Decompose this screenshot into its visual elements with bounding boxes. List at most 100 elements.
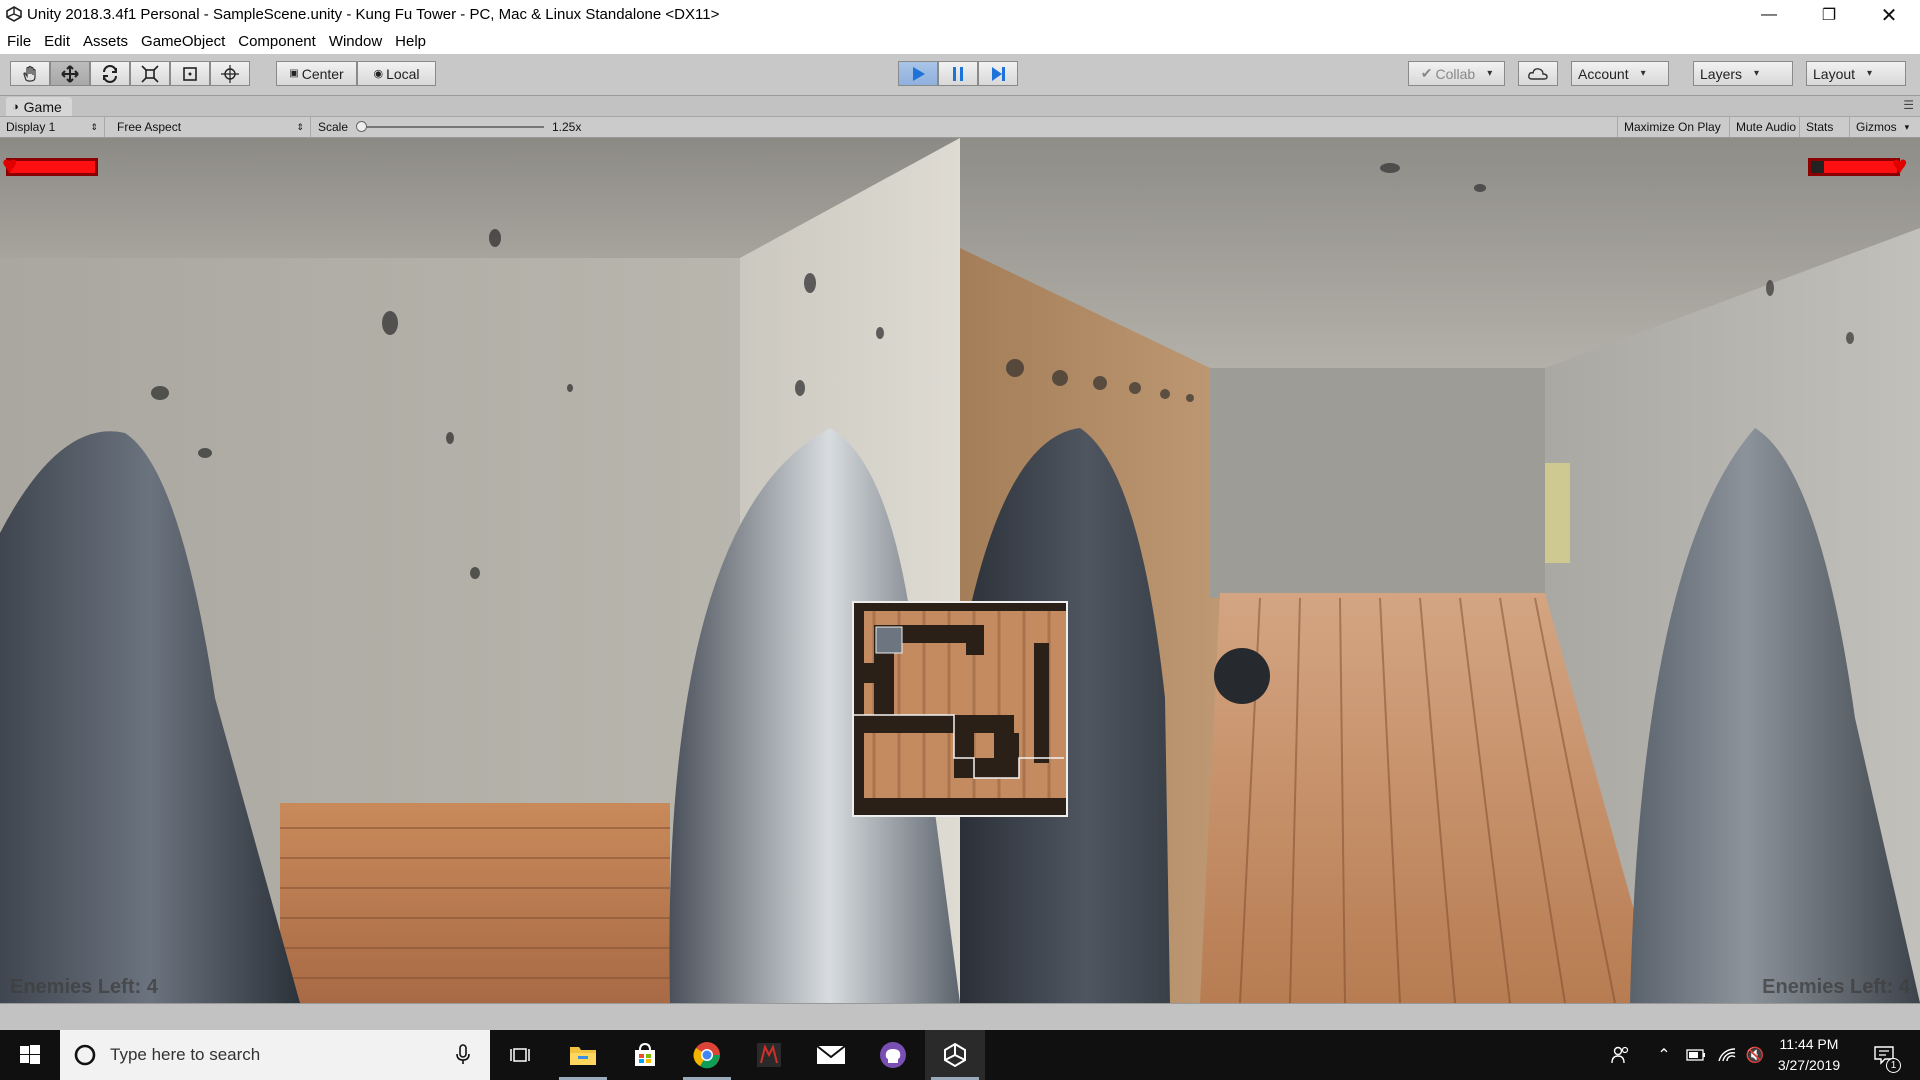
pivot-center-button[interactable]: ▣ Center [276, 61, 357, 86]
mail-button[interactable] [801, 1030, 861, 1080]
player-two-viewport: ♥ Enemies Left: 4 [960, 138, 1920, 1003]
tab-game[interactable]: ◑ Game [6, 97, 72, 116]
minimize-icon[interactable]: — [1746, 0, 1792, 30]
unity-button[interactable] [925, 1030, 985, 1080]
volume-muted-icon[interactable]: 🔇 [1742, 1030, 1768, 1080]
scale-tool-icon [141, 64, 159, 83]
account-label: Account [1578, 65, 1629, 82]
mail-icon [816, 1045, 846, 1064]
title-bar: Unity 2018.3.4f1 Personal - SampleScene.… [0, 0, 1920, 30]
pause-button[interactable] [938, 61, 978, 86]
chrome-icon [693, 1042, 720, 1069]
move-tool-icon [61, 64, 79, 83]
action-center-button[interactable]: 1 [1864, 1030, 1904, 1080]
scale-slider-handle[interactable] [356, 121, 367, 132]
tray-overflow-icon[interactable]: ⌃ [1648, 1030, 1680, 1080]
transform-tool-icon [221, 64, 239, 83]
pivot-icon: ▣ [289, 68, 299, 79]
play-icon [913, 66, 925, 81]
menu-edit[interactable]: Edit [44, 30, 70, 50]
hand-tool-button[interactable] [10, 61, 50, 86]
battery-icon[interactable] [1680, 1030, 1712, 1080]
aspect-dropdown[interactable]: Free Aspect ⇕ [111, 117, 311, 137]
rect-tool-icon [183, 66, 197, 81]
task-view-icon [510, 1048, 530, 1062]
display-arrow-icon: ⇕ [90, 121, 98, 132]
menu-help[interactable]: Help [395, 30, 426, 50]
gizmos-dropdown[interactable]: Gizmos ▾ [1850, 117, 1920, 137]
player-one-enemies-left: Enemies Left: 4 [10, 976, 158, 998]
toolbar: ▣ Center ◉ Local ✔ Collab Account Layers… [0, 54, 1920, 96]
taskbar-clock[interactable]: 11:44 PM 3/27/2019 [1766, 1034, 1852, 1076]
file-explorer-button[interactable] [553, 1030, 613, 1080]
layers-dropdown[interactable]: Layers [1693, 61, 1793, 86]
display-dropdown[interactable]: Display 1 ⇕ [0, 117, 105, 137]
move-tool-button[interactable] [50, 61, 90, 86]
heart-icon: ♥ [1892, 150, 1908, 180]
rotate-tool-button[interactable] [90, 61, 130, 86]
store-button[interactable] [615, 1030, 675, 1080]
transform-tool-button[interactable] [210, 61, 250, 86]
stats-toggle[interactable]: Stats [1800, 117, 1850, 137]
unity-icon [944, 1042, 966, 1068]
rect-tool-button[interactable] [170, 61, 210, 86]
play-button[interactable] [898, 61, 938, 86]
player-two-health-fill [1823, 161, 1897, 173]
unity-logo-icon [6, 6, 22, 22]
pivot-local-button[interactable]: ◉ Local [357, 61, 436, 86]
heart-icon: ♥ [2, 150, 18, 180]
restore-icon[interactable]: ❐ [1806, 0, 1852, 30]
minimap [852, 601, 1068, 817]
hand-tool-icon [23, 65, 36, 82]
microphone-icon[interactable] [456, 1044, 470, 1066]
menu-assets[interactable]: Assets [83, 30, 128, 50]
pause-icon [953, 66, 963, 81]
menu-file[interactable]: File [7, 30, 31, 50]
scale-tool-button[interactable] [130, 61, 170, 86]
github-button[interactable] [863, 1030, 923, 1080]
window-title: Unity 2018.3.4f1 Personal - SampleScene.… [27, 6, 720, 23]
taskbar-search-box[interactable]: Type here to search [60, 1030, 490, 1080]
clock-date: 3/27/2019 [1777, 1057, 1841, 1073]
menu-bar: File Edit Assets GameObject Component Window H… [0, 30, 1920, 54]
menu-window[interactable]: Window [329, 30, 382, 50]
player-two-enemies-left: Enemies Left: 4 [1762, 976, 1910, 998]
layout-label: Layout [1813, 65, 1856, 82]
cloud-button[interactable] [1518, 61, 1558, 86]
chrome-button[interactable] [677, 1030, 737, 1080]
left-scene-render [0, 138, 960, 1003]
scale-label: Scale [318, 120, 349, 134]
close-icon[interactable]: ✕ [1866, 0, 1912, 30]
step-icon [992, 66, 1005, 81]
razer-icon [757, 1043, 781, 1067]
rotate-tool-icon [103, 64, 117, 83]
store-icon [635, 1042, 655, 1066]
razer-button[interactable] [739, 1030, 799, 1080]
local-label: Local [386, 65, 420, 82]
right-scene-render [960, 138, 1920, 1003]
collab-dropdown[interactable]: ✔ Collab [1408, 61, 1505, 86]
maximize-on-play-toggle[interactable]: Maximize On Play [1617, 117, 1730, 137]
start-button[interactable] [0, 1030, 60, 1080]
game-view[interactable]: ♥ Enemies Left: 4 ♥ Enemies Left: 4 [0, 138, 1920, 1003]
game-view-toolbar: Display 1 ⇕ Free Aspect ⇕ Scale 1.25x Ma… [0, 117, 1920, 138]
gizmos-label: Gizmos [1856, 120, 1897, 134]
step-button[interactable] [978, 61, 1018, 86]
clock-time: 11:44 PM [1779, 1036, 1839, 1052]
mute-audio-toggle[interactable]: Mute Audio [1730, 117, 1800, 137]
account-dropdown[interactable]: Account [1571, 61, 1669, 86]
people-button[interactable] [1602, 1030, 1638, 1080]
aspect-arrow-icon: ⇕ [296, 121, 304, 132]
task-view-button[interactable] [490, 1030, 550, 1080]
collab-check-icon: ✔ [1420, 65, 1433, 81]
menu-component[interactable]: Component [238, 30, 316, 50]
search-placeholder: Type here to search [110, 1045, 261, 1064]
player-two-health-bar [1808, 158, 1900, 176]
menu-gameobject[interactable]: GameObject [141, 30, 225, 50]
wifi-icon[interactable] [1712, 1030, 1742, 1080]
game-tab-icon: ◑ [12, 100, 19, 113]
scale-slider-track[interactable] [361, 126, 544, 128]
status-bar [0, 1003, 1920, 1031]
panel-menu-icon[interactable]: ☰ [1903, 98, 1914, 112]
layout-dropdown[interactable]: Layout [1806, 61, 1906, 86]
